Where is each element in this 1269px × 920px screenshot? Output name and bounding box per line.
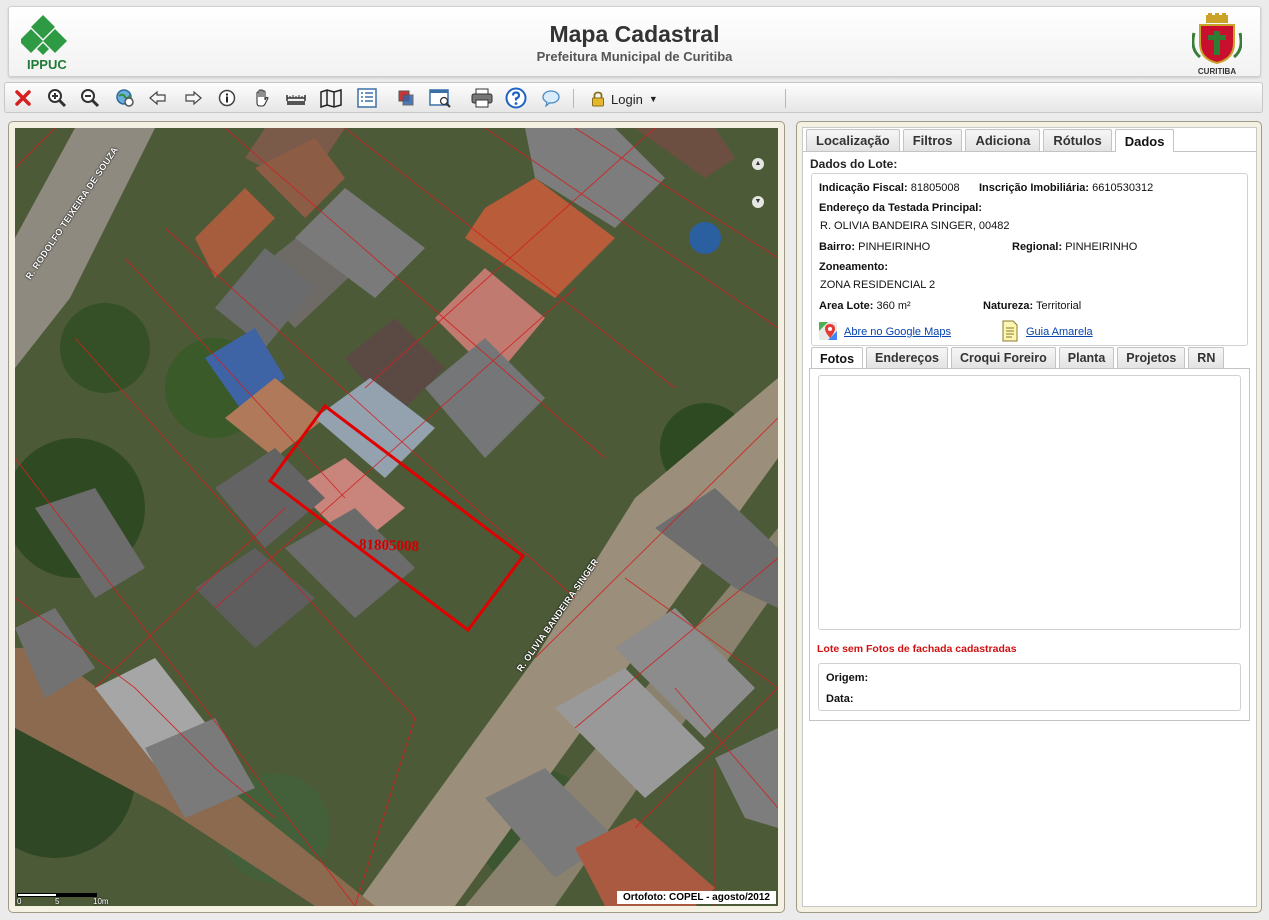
- forward-arrow-icon[interactable]: [181, 86, 205, 110]
- lock-icon: [592, 91, 604, 107]
- back-arrow-icon[interactable]: [146, 86, 170, 110]
- search-window-icon[interactable]: [428, 86, 452, 110]
- scale-label: 5: [55, 897, 60, 906]
- tab-adiciona[interactable]: Adiciona: [965, 129, 1041, 151]
- google-maps-link[interactable]: Abre no Google Maps: [844, 326, 951, 338]
- natureza-row: Natureza: Territorial: [983, 300, 1081, 312]
- login-label: Login: [611, 91, 643, 107]
- toolbar-separator: [573, 89, 574, 108]
- zoom-in-icon[interactable]: [45, 86, 69, 110]
- guia-amarela-link[interactable]: Guia Amarela: [1026, 326, 1093, 338]
- bottom-tabs: Fotos Endereços Croqui Foreiro Planta Pr…: [811, 347, 1227, 369]
- title-block: Mapa Cadastral Prefeitura Municipal de C…: [9, 21, 1260, 64]
- document-icon[interactable]: [1001, 320, 1019, 342]
- tab-projetos[interactable]: Projetos: [1117, 347, 1186, 368]
- indicacao-fiscal-row: Indicação Fiscal: 81805008: [819, 182, 960, 194]
- google-maps-icon[interactable]: [818, 321, 838, 341]
- chevron-down-icon[interactable]: ▼: [752, 196, 764, 208]
- regional-value: PINHEIRINHO: [1065, 241, 1138, 253]
- tab-localizacao[interactable]: Localização: [806, 129, 900, 151]
- page-subtitle: Prefeitura Municipal de Curitiba: [536, 49, 733, 64]
- overlay-icon[interactable]: [394, 86, 418, 110]
- top-tabs: Localização Filtros Adiciona Rótulos Dad…: [806, 129, 1177, 152]
- page-title: Mapa Cadastral: [549, 21, 720, 47]
- tab-croqui-foreiro[interactable]: Croqui Foreiro: [950, 347, 1056, 368]
- inscricao-imobiliaria-value: 6610530312: [1092, 182, 1154, 194]
- close-icon[interactable]: [11, 86, 35, 110]
- tab-rn[interactable]: RN: [1188, 347, 1225, 368]
- scale-bar: 0 5 10m: [17, 889, 113, 906]
- map-viewport[interactable]: R. RODOLFO TEIXEIRA DE SOUZA R. OLIVIA B…: [15, 128, 778, 906]
- tab-enderecos[interactable]: Endereços: [866, 347, 948, 368]
- photo-area: [818, 375, 1241, 630]
- tab-rotulos[interactable]: Rótulos: [1043, 129, 1112, 151]
- zoom-extent-icon[interactable]: [113, 86, 137, 110]
- fotos-panel: Lote sem Fotos de fachada cadastradas Or…: [809, 368, 1250, 721]
- inscricao-imobiliaria-row: Inscrição Imobiliária: 6610530312: [979, 182, 1153, 194]
- field-label: Bairro:: [819, 241, 856, 253]
- lote-heading: Dados do Lote:: [810, 157, 898, 171]
- side-panel: Localização Filtros Adiciona Rótulos Dad…: [802, 127, 1257, 907]
- scale-segment: [57, 893, 97, 897]
- help-icon[interactable]: [504, 86, 528, 110]
- field-label: Endereço da Testada Principal:: [819, 202, 982, 214]
- no-photos-message: Lote sem Fotos de fachada cadastradas: [817, 643, 1017, 655]
- aerial-map-image: [15, 128, 778, 906]
- origem-label: Origem:: [826, 672, 869, 684]
- info-icon[interactable]: [215, 86, 239, 110]
- curitiba-coat-of-arms: CURITIBA: [1191, 13, 1243, 76]
- scale-label: 0: [17, 897, 22, 906]
- bairro-row: Bairro: PINHEIRINHO: [819, 241, 930, 253]
- tab-fotos[interactable]: Fotos: [811, 347, 864, 369]
- area-value: 360 m²: [876, 300, 911, 312]
- chevron-up-icon[interactable]: ▲: [752, 158, 764, 170]
- lote-details-box: Indicação Fiscal: 81805008 Inscrição Imo…: [811, 173, 1248, 346]
- print-icon[interactable]: [470, 86, 494, 110]
- coat-of-arms-icon: [1191, 13, 1243, 65]
- origin-box: Origem: Data:: [818, 663, 1241, 711]
- chevron-down-icon: ▼: [648, 94, 658, 104]
- comment-icon[interactable]: [539, 86, 563, 110]
- side-panel-frame: Localização Filtros Adiciona Rótulos Dad…: [796, 121, 1262, 913]
- area-row: Area Lote: 360 m²: [819, 300, 911, 312]
- zoom-out-icon[interactable]: [78, 86, 102, 110]
- data-label: Data:: [826, 693, 854, 705]
- pan-hand-icon[interactable]: [250, 86, 274, 110]
- tab-dados[interactable]: Dados: [1114, 129, 1175, 152]
- field-label: Inscrição Imobiliária:: [979, 182, 1090, 194]
- scale-label: 10m: [93, 897, 109, 906]
- scale-segment: [17, 893, 57, 897]
- map-toolbar: Login ▼: [4, 82, 1263, 113]
- measure-icon[interactable]: [284, 86, 308, 110]
- field-label: Regional:: [1012, 241, 1063, 253]
- field-label: Zoneamento:: [819, 261, 888, 273]
- field-label: Area Lote:: [819, 300, 874, 312]
- tab-filtros[interactable]: Filtros: [902, 129, 963, 151]
- orthophoto-credit: Ortofoto: COPEL - agosto/2012: [616, 891, 776, 904]
- endereco-value: R. OLIVIA BANDEIRA SINGER, 00482: [820, 220, 1010, 232]
- map-icon[interactable]: [319, 86, 343, 110]
- zoneamento-label: Zoneamento:: [819, 261, 889, 273]
- tab-planta[interactable]: Planta: [1058, 347, 1115, 368]
- indicacao-fiscal-value: 81805008: [910, 182, 960, 194]
- endereco-label: Endereço da Testada Principal:: [819, 202, 983, 214]
- regional-row: Regional: PINHEIRINHO: [1012, 241, 1137, 253]
- bairro-value: PINHEIRINHO: [858, 241, 931, 253]
- login-dropdown[interactable]: Login ▼: [591, 89, 658, 109]
- field-label: Natureza:: [983, 300, 1034, 312]
- zoneamento-value: ZONA RESIDENCIAL 2: [820, 279, 936, 291]
- lot-number-label: 81805008: [358, 536, 420, 556]
- natureza-value: Territorial: [1035, 300, 1082, 312]
- toolbar-separator: [785, 89, 786, 108]
- layers-list-icon[interactable]: [355, 86, 379, 110]
- field-label: Indicação Fiscal:: [819, 182, 908, 194]
- app-header: IPPUC Mapa Cadastral Prefeitura Municipa…: [8, 6, 1261, 77]
- curitiba-logo-text: CURITIBA: [1197, 67, 1237, 76]
- map-frame: R. RODOLFO TEIXEIRA DE SOUZA R. OLIVIA B…: [8, 121, 785, 913]
